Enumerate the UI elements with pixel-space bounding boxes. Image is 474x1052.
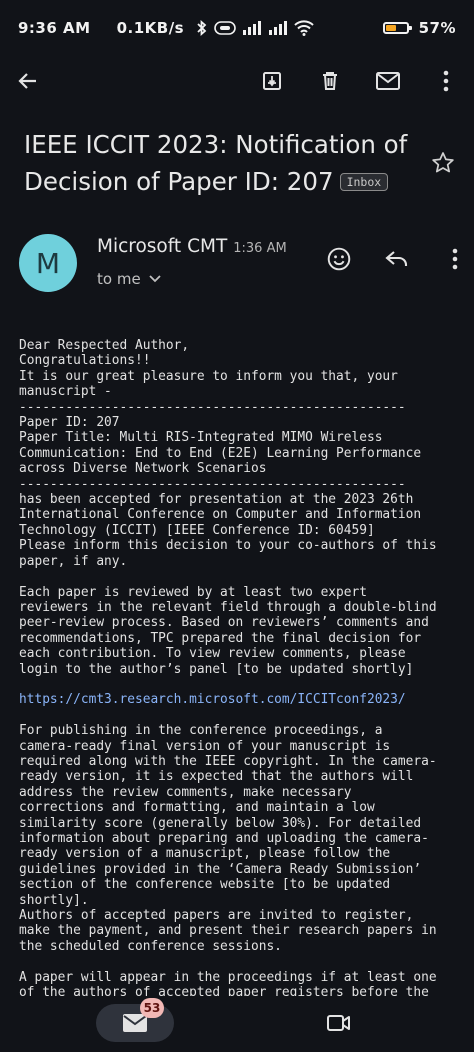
battery-icon [382,22,412,34]
back-arrow-icon[interactable] [12,65,44,97]
unread-count-badge: 53 [140,998,164,1018]
delete-icon[interactable] [314,65,346,97]
battery-percent: 57% [418,19,456,37]
cmt-link[interactable]: https://cmt3.research.microsoft.com/ICCI… [19,692,406,707]
status-time: 9:36 AM [18,19,91,37]
signal-icon-2 [269,21,288,35]
sender-actions [324,244,470,274]
recipient-text: to me [97,270,141,288]
bottom-nav: 53 [0,996,474,1052]
reply-icon[interactable] [382,244,412,274]
email-toolbar [0,56,474,106]
bluetooth-icon [197,20,207,36]
status-icons [196,20,314,36]
emoji-reaction-icon[interactable] [324,244,354,274]
more-vert-icon[interactable] [430,65,462,97]
meet-tab[interactable] [324,1008,354,1038]
signal-icon [243,21,262,35]
battery-group: 57% [382,19,456,37]
mark-unread-icon[interactable] [372,65,404,97]
star-icon[interactable] [430,150,456,180]
avatar[interactable]: M [19,234,77,292]
wifi-icon [294,20,314,36]
vowifi-icon [214,21,236,35]
sender-name-line: Microsoft CMT 1:36 AM [97,236,287,257]
battery-fill [385,25,397,31]
video-camera-icon [327,1015,350,1031]
message-more-icon[interactable] [440,244,470,274]
sender-name[interactable]: Microsoft CMT [97,236,227,257]
chevron-down-icon [149,275,161,283]
inbox-label-chip[interactable]: Inbox [339,173,389,191]
email-body: Dear Respected Author, Congratulations!!… [19,338,459,998]
status-bar: 9:36 AM 0.1KB/s 57% [0,0,474,56]
archive-icon[interactable] [256,65,288,97]
sender-row: M Microsoft CMT 1:36 AM to me [19,234,459,294]
recipient-details[interactable]: to me [97,270,161,288]
body-paragraphs-bottom: For publishing in the conference proceed… [19,723,437,998]
sender-time: 1:36 AM [233,241,287,256]
network-speed: 0.1KB/s [116,19,185,37]
body-paragraphs-top: Dear Respected Author, Congratulations!!… [19,338,437,677]
email-subject: IEEE ICCIT 2023: Notification of Decisio… [24,126,419,200]
